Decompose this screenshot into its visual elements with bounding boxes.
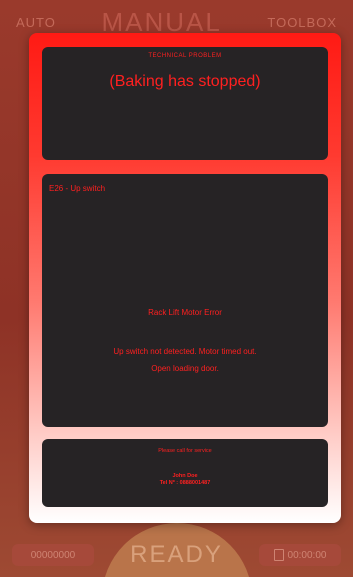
error-header-panel: TECHNICAL PROBLEM (Baking has stopped) xyxy=(42,47,328,160)
error-code: E26 - Up switch xyxy=(49,184,106,193)
lock-icon xyxy=(273,549,284,561)
timer-value: 00:00:00 xyxy=(287,549,327,561)
tab-toolbox[interactable]: TOOLBOX xyxy=(267,15,337,30)
counter-box: 00000000 xyxy=(12,544,94,566)
service-prompt: Please call for service xyxy=(158,448,212,454)
service-phone-number: 0888001487 xyxy=(179,480,211,486)
service-phone-label: Tel Nº : xyxy=(159,480,179,486)
error-modal: TECHNICAL PROBLEM (Baking has stopped) E… xyxy=(29,33,341,523)
service-panel: Please call for service John Doe Tel Nº … xyxy=(42,439,328,507)
error-detail: Up switch not detected. Motor timed out. xyxy=(113,347,257,356)
timer-box: 00:00:00 xyxy=(259,544,341,566)
technical-problem-label: TECHNICAL PROBLEM xyxy=(148,53,222,59)
error-title: Rack Lift Motor Error xyxy=(148,308,222,317)
error-action: Open loading door. xyxy=(151,364,219,373)
error-details-panel: E26 - Up switch Rack Lift Motor Error Up… xyxy=(42,174,328,427)
tab-auto[interactable]: AUTO xyxy=(16,15,56,30)
ready-status[interactable]: READY xyxy=(101,523,252,577)
service-phone: Tel Nº : 0888001487 xyxy=(42,480,328,486)
service-contact-name: John Doe xyxy=(172,473,198,479)
baking-stopped-title: (Baking has stopped) xyxy=(109,73,261,90)
